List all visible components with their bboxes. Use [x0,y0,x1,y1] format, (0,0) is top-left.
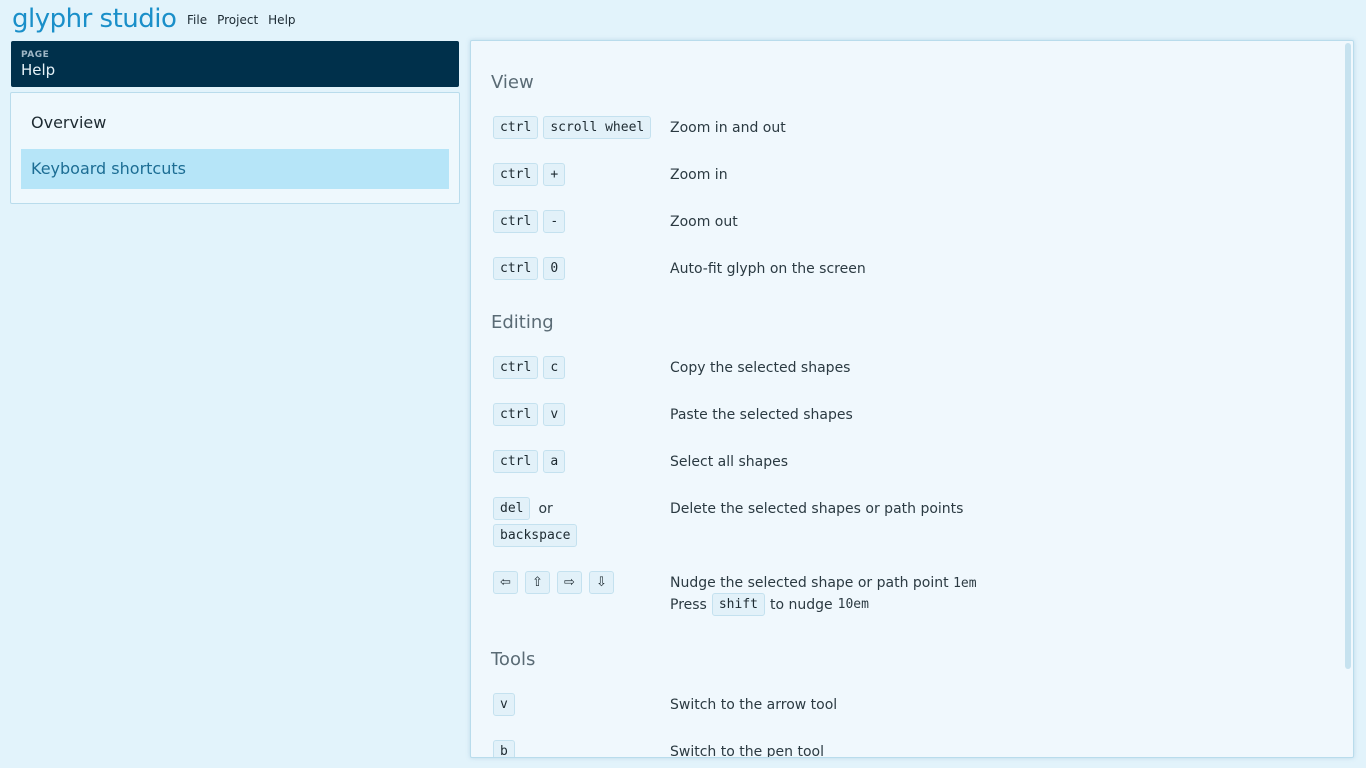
key: shift [711,593,765,616]
shortcut-description: Zoom out [670,214,738,230]
key: ctrl [493,356,539,379]
shortcut-description: Delete the selected shapes or path point… [670,501,964,517]
section-title-editing: Editing [491,312,554,333]
press-label: Press [670,596,707,613]
key: ctrl [493,450,539,473]
key: del [493,497,531,520]
shortcut-description: Copy the selected shapes [670,360,851,376]
key: a [543,450,566,473]
key: b [493,740,515,757]
key: ctrl [493,163,539,186]
menu-file[interactable]: File [187,13,207,27]
nudge-unit-large: 10em [837,597,869,612]
down-arrow-key: ⇩ [589,571,614,594]
shortcut-description-secondary: Press shift to nudge 10em [670,593,869,616]
key: ctrl [493,257,539,280]
key: v [493,693,515,716]
key: ctrl [493,210,539,233]
key: 0 [543,257,566,280]
menu-help[interactable]: Help [268,13,295,27]
shortcut-description: Select all shapes [670,454,788,470]
scrollbar[interactable] [1345,43,1351,669]
app-logo[interactable]: glyphr studio [12,2,177,36]
page-title: Help [21,61,56,79]
key: - [543,210,566,233]
key: backspace [493,524,578,547]
or-label: or [538,500,553,517]
page-label: PAGE [21,50,50,60]
shortcut-description: Zoom in and out [670,120,786,136]
page-header: PAGE Help [11,41,459,87]
left-arrow-key: ⇦ [493,571,518,594]
up-arrow-key: ⇧ [525,571,550,594]
key: + [543,163,566,186]
nudge-description: Nudge the selected shape or path point [670,575,949,591]
section-title-view: View [491,72,534,93]
nudge-label: to nudge [770,596,833,613]
nav-item-overview[interactable]: Overview [21,103,449,143]
top-bar: glyphr studio File Project Help [0,0,1366,40]
key: scroll wheel [543,116,652,139]
shortcut-description: Auto-fit glyph on the screen [670,261,866,277]
nav-item-keyboard-shortcuts[interactable]: Keyboard shortcuts [21,149,449,189]
main-menu: File Project Help [187,13,306,27]
menu-project[interactable]: Project [217,13,258,27]
shortcut-description: Nudge the selected shape or path point 1… [670,575,977,591]
key: c [543,356,566,379]
nudge-unit: 1em [953,576,977,591]
shortcut-description: Zoom in [670,167,728,183]
content-panel: View ctrl scroll wheel Zoom in and out c… [470,40,1354,758]
key: ctrl [493,116,539,139]
shortcut-description: Switch to the pen tool [670,744,824,758]
key: v [543,403,566,426]
shortcut-description: Paste the selected shapes [670,407,853,423]
help-nav-panel: Overview Keyboard shortcuts [10,92,460,204]
section-title-tools: Tools [491,649,536,670]
right-arrow-key: ⇨ [557,571,582,594]
key: ctrl [493,403,539,426]
shortcut-description: Switch to the arrow tool [670,697,838,713]
